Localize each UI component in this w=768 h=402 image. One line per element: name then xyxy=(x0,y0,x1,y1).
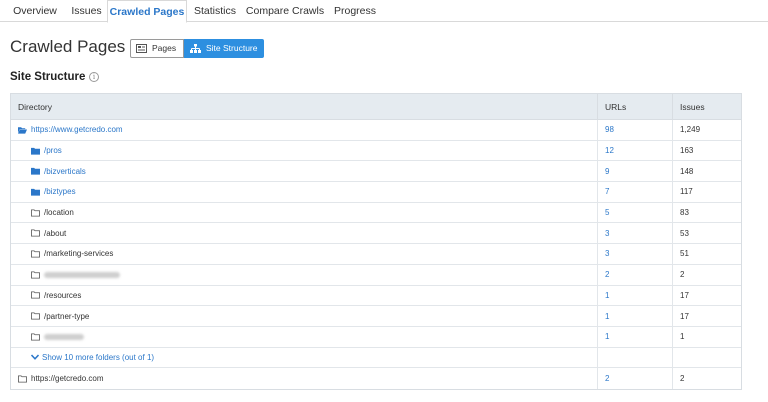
directory-name: https://getcredo.com xyxy=(31,374,104,384)
directory-link[interactable]: /pros xyxy=(44,146,62,155)
urls-count-link[interactable]: 12 xyxy=(597,140,672,161)
directory-link[interactable]: /bizverticals xyxy=(44,167,86,176)
column-header-issues[interactable]: Issues xyxy=(672,94,743,119)
folder-filled-icon xyxy=(31,168,40,175)
folder-outline-icon xyxy=(31,312,40,320)
table-row: 1 1 xyxy=(11,326,743,348)
table-row: https://www.getcredo.com 98 1,249 xyxy=(11,120,741,141)
issues-count: 17 xyxy=(672,306,743,326)
table-row: /partner-type 1 17 xyxy=(11,306,741,327)
tab-progress[interactable]: Progress xyxy=(327,0,383,22)
table-row: 2 2 xyxy=(11,264,743,286)
urls-count-link[interactable]: 7 xyxy=(597,182,672,202)
directory-name: /resources xyxy=(44,290,82,300)
directory-link[interactable]: /biztypes xyxy=(44,187,76,196)
folder-outline-icon xyxy=(18,375,27,383)
redacted-directory-name xyxy=(44,333,84,340)
folder-filled-icon xyxy=(31,188,40,196)
tab-statistics[interactable]: Statistics xyxy=(187,0,243,22)
folder-filled-icon xyxy=(31,147,40,155)
directory-name: /location xyxy=(44,208,74,218)
tab-crawled-pages[interactable]: Crawled Pages xyxy=(107,0,187,23)
table-header: Directory URLs Issues xyxy=(11,94,741,120)
folder-outline-icon xyxy=(31,271,40,279)
table-row: https://getcredo.com 2 2 xyxy=(11,368,741,389)
issues-count: 1 xyxy=(672,326,743,347)
issues-count: 2 xyxy=(672,368,743,389)
folder-outline-icon xyxy=(31,250,40,258)
sitemap-icon xyxy=(190,44,201,53)
urls-count-link[interactable]: 9 xyxy=(597,161,672,182)
show-more-row: Show 10 more folders (out of 1) xyxy=(11,347,741,369)
section-title: Site Structure xyxy=(10,71,86,83)
urls-count-link[interactable]: 98 xyxy=(597,120,672,140)
issues-count: 2 xyxy=(672,264,743,285)
tab-issues[interactable]: Issues xyxy=(64,0,109,22)
table-row: /pros 12 163 xyxy=(11,140,743,162)
issues-count: 53 xyxy=(672,223,743,244)
pages-icon xyxy=(136,44,147,53)
urls-count-link[interactable]: 2 xyxy=(597,368,672,389)
redacted-directory-name xyxy=(44,271,120,278)
folder-outline-icon xyxy=(31,229,40,237)
issues-count: 148 xyxy=(672,161,743,182)
table-row: /resources 1 17 xyxy=(11,285,743,307)
directory-name: /marketing-services xyxy=(44,249,114,259)
site-structure-view-label: Site Structure xyxy=(206,43,258,53)
page-title: Crawled Pages xyxy=(10,37,126,56)
column-header-urls[interactable]: URLs xyxy=(597,94,672,119)
folder-outline-icon xyxy=(31,209,40,217)
show-more-label: Show 10 more folders (out of 1) xyxy=(42,352,155,362)
info-icon[interactable]: i xyxy=(89,72,99,82)
folder-outline-icon xyxy=(31,291,40,299)
view-toggle: Pages Site Structure xyxy=(130,39,264,58)
directory-name: /partner-type xyxy=(44,311,90,321)
table-row: /biztypes 7 117 xyxy=(11,182,741,203)
table-row: /bizverticals 9 148 xyxy=(11,161,743,183)
directory-name: /about xyxy=(44,228,67,238)
folder-outline-icon xyxy=(31,333,40,341)
urls-count-link[interactable]: 1 xyxy=(597,306,672,326)
tab-overview[interactable]: Overview xyxy=(6,0,64,22)
issues-count: 17 xyxy=(672,285,743,306)
top-tabs: Overview Issues Crawled Pages Statistics… xyxy=(0,0,768,23)
chevron-down-icon xyxy=(31,354,39,361)
table-row: /location 5 83 xyxy=(11,202,743,224)
issues-count: 1,249 xyxy=(672,120,743,140)
column-header-directory: Directory xyxy=(18,101,53,112)
table-row: /marketing-services 3 51 xyxy=(11,244,741,265)
pages-view-label: Pages xyxy=(152,43,177,53)
issues-count: 117 xyxy=(672,182,743,202)
directory-link[interactable]: https://www.getcredo.com xyxy=(31,125,123,134)
folder-open-icon xyxy=(18,127,27,134)
urls-count-link[interactable]: 1 xyxy=(597,285,672,306)
issues-count: 83 xyxy=(672,202,743,223)
pages-view-button[interactable]: Pages xyxy=(130,39,184,58)
site-structure-table: Directory URLs Issues https://www.getcre… xyxy=(10,93,742,390)
tab-compare-crawls[interactable]: Compare Crawls xyxy=(243,0,327,22)
urls-count-link[interactable]: 3 xyxy=(597,223,672,244)
issues-count: 51 xyxy=(672,244,743,264)
issues-count: 163 xyxy=(672,140,743,161)
urls-count-link[interactable]: 2 xyxy=(597,264,672,285)
urls-count-link[interactable]: 5 xyxy=(597,202,672,223)
table-row: /about 3 53 xyxy=(11,223,743,245)
urls-count-link[interactable]: 3 xyxy=(597,244,672,264)
site-structure-view-button[interactable]: Site Structure xyxy=(184,39,264,58)
show-more-button[interactable]: Show 10 more folders (out of 1) xyxy=(11,348,597,368)
urls-count-link[interactable]: 1 xyxy=(597,326,672,347)
